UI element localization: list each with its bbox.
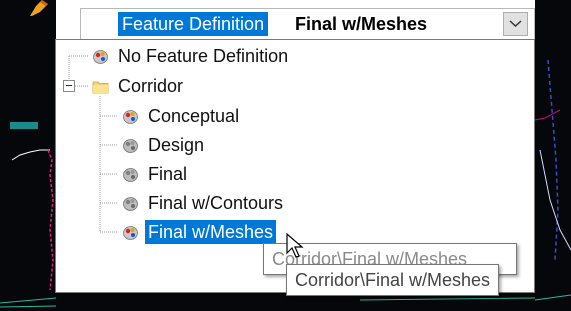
folder-icon [92, 81, 109, 93]
tree-item-label: Final [148, 164, 188, 184]
pencil-icon[interactable] [28, 0, 50, 16]
feature-palette-gray-icon [123, 196, 138, 211]
feature-palette-icon [123, 225, 138, 240]
tree-item-label: Final w/Contours [148, 193, 284, 213]
tree-item-final-w-meshes[interactable]: Final w/Meshes [122, 219, 277, 245]
tree-item-final-w-contours[interactable]: Final w/Contours [122, 190, 286, 216]
tree-item-design[interactable]: Design [122, 132, 207, 158]
tree-item-label: Conceptual [148, 106, 240, 126]
tooltip: Corridor\Final w/Meshes [286, 264, 500, 296]
feature-palette-icon [123, 109, 138, 124]
feature-palette-icon [93, 49, 108, 64]
feature-palette-gray-icon [123, 167, 138, 182]
feature-definition-value[interactable]: Final w/Meshes [295, 12, 427, 36]
feature-definition-label: Feature Definition [118, 12, 269, 36]
dropdown-arrow-button[interactable] [503, 12, 528, 36]
tree-item-final[interactable]: Final [122, 161, 190, 187]
tree-item-corridor[interactable]: Corridor [92, 73, 186, 99]
tree-item-label: No Feature Definition [118, 46, 289, 66]
tree-item-label: Corridor [118, 76, 184, 96]
tree-item-label: Final w/Meshes [145, 220, 277, 244]
tree-item-label: Design [148, 135, 205, 155]
corridor-collapse-toggle[interactable] [63, 80, 75, 92]
chevron-down-icon [509, 20, 522, 28]
tree-item-no-feature-definition[interactable]: No Feature Definition [92, 43, 291, 69]
mouse-cursor-icon [286, 233, 304, 258]
tree-item-conceptual[interactable]: Conceptual [122, 103, 242, 129]
feature-palette-gray-icon [123, 138, 138, 153]
